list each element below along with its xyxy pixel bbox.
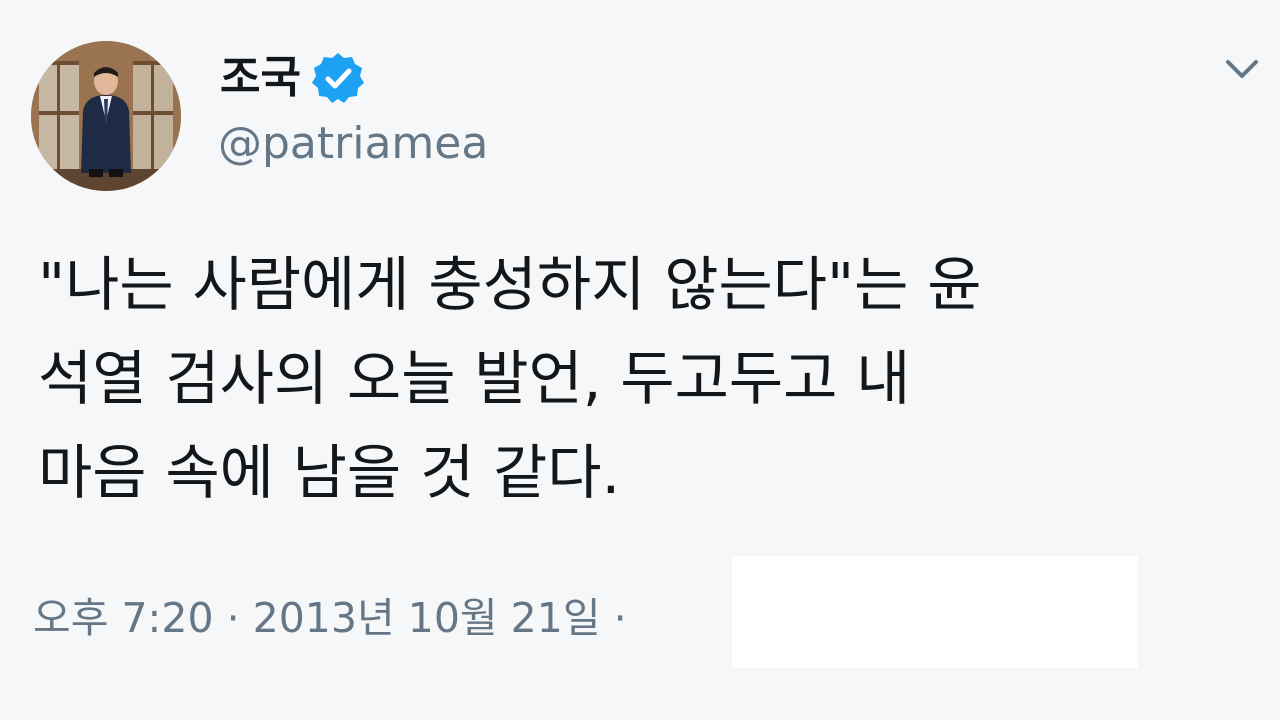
tweet-text: "나는 사람에게 충성하지 않는다"는 윤 석열 검사의 오늘 발언, 두고두고… bbox=[38, 250, 982, 507]
redacted-area bbox=[732, 556, 1138, 668]
author-name-row[interactable]: 조국 bbox=[220, 48, 365, 108]
verified-badge-icon bbox=[311, 51, 365, 105]
avatar[interactable] bbox=[31, 41, 181, 191]
tweet-timestamp[interactable]: 오후 7:20 · 2013년 10월 21일 · bbox=[33, 598, 627, 639]
display-name[interactable]: 조국 bbox=[220, 56, 301, 100]
chevron-down-icon[interactable] bbox=[1222, 54, 1262, 84]
avatar-photo-icon bbox=[31, 41, 181, 191]
tweet-card: 조국 @patriamea "나는 사람에게 충성하지 않는다"는 윤 석열 검… bbox=[0, 0, 1280, 720]
author-handle[interactable]: @patriamea bbox=[218, 122, 488, 166]
